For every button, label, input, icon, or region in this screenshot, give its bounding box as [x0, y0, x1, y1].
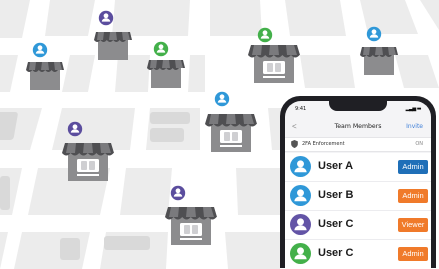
store-icon[interactable]	[360, 47, 398, 75]
phone-screen: 9:41 ▂▃▅ ▬ < Team Members Invite 2FA Enf…	[285, 101, 431, 268]
user-pin-icon[interactable]	[67, 121, 83, 137]
role-badge-button[interactable]: Admin	[398, 247, 428, 261]
user-avatar-icon	[290, 156, 311, 177]
store-icon[interactable]	[26, 62, 64, 90]
two-factor-value[interactable]: ON	[415, 141, 423, 147]
member-name: User A	[318, 160, 354, 172]
user-pin-icon[interactable]	[153, 41, 169, 57]
nav-bar: < Team Members Invite	[285, 121, 431, 135]
user-pin-icon[interactable]	[214, 91, 230, 107]
member-list: User A Admin User B Admin User C Viewer …	[285, 153, 431, 268]
store-icon[interactable]	[62, 143, 114, 181]
role-badge-button[interactable]: Admin	[398, 189, 428, 203]
user-pin-icon[interactable]	[257, 27, 273, 43]
user-avatar-icon	[290, 243, 311, 264]
role-badge-button[interactable]: Admin	[398, 160, 428, 174]
list-item[interactable]: User A Admin	[285, 153, 431, 182]
user-avatar-icon	[290, 185, 311, 206]
user-pin-icon[interactable]	[170, 185, 186, 201]
phone-notch	[329, 101, 387, 111]
user-pin-icon[interactable]	[366, 26, 382, 42]
store-icon[interactable]	[165, 207, 217, 245]
status-time: 9:41	[295, 106, 307, 112]
two-factor-label: 2FA Enforcement	[302, 141, 345, 147]
user-pin-icon[interactable]	[32, 42, 48, 58]
list-item[interactable]: User B Admin	[285, 182, 431, 211]
user-avatar-icon	[290, 214, 311, 235]
member-name: User C	[318, 218, 354, 230]
store-icon[interactable]	[248, 45, 300, 83]
member-name: User B	[318, 189, 354, 201]
list-item[interactable]: User C Viewer	[285, 211, 431, 240]
store-icon[interactable]	[205, 114, 257, 152]
shield-icon	[291, 140, 298, 148]
user-pin-icon[interactable]	[98, 10, 114, 26]
role-badge-button[interactable]: Viewer	[398, 218, 428, 232]
phone-mockup: 9:41 ▂▃▅ ▬ < Team Members Invite 2FA Enf…	[280, 96, 436, 268]
store-icon[interactable]	[147, 60, 185, 88]
store-icon[interactable]	[94, 32, 132, 60]
member-name: User C	[318, 247, 354, 259]
invite-button[interactable]: Invite	[406, 123, 423, 130]
two-factor-row[interactable]: 2FA Enforcement ON	[285, 137, 431, 152]
list-item[interactable]: User C Admin	[285, 240, 431, 268]
signal-battery-icon: ▂▃▅ ▬	[405, 106, 422, 112]
